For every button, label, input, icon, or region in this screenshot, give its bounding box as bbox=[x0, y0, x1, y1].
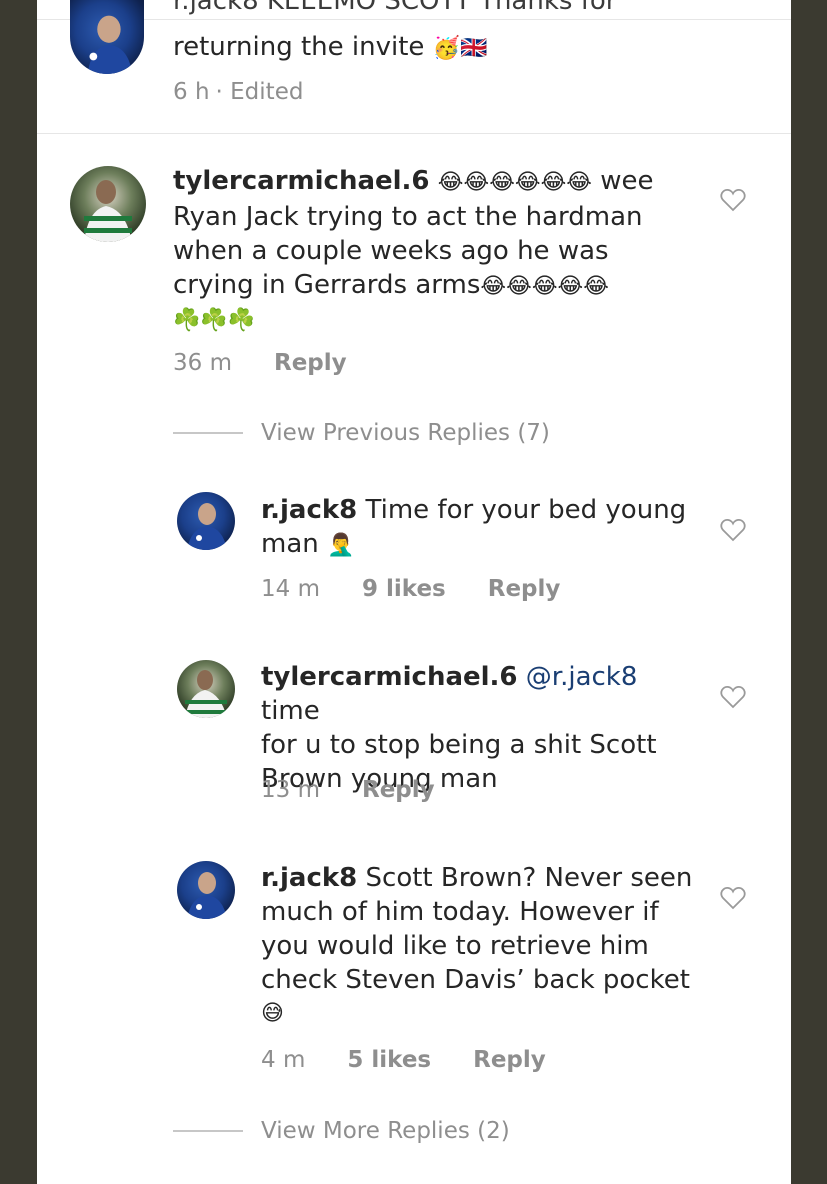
likes-count[interactable]: 9 likes bbox=[362, 574, 446, 604]
avatar[interactable] bbox=[177, 660, 235, 718]
username[interactable]: tylercarmichael.6 bbox=[173, 166, 430, 196]
comment-line: Ryan Jack trying to act the hardman bbox=[173, 202, 643, 232]
comment-meta: 4 m 5 likes Reply bbox=[261, 1045, 546, 1075]
timestamp: 36 m bbox=[173, 350, 232, 376]
shamrock-emoji: ☘️☘️☘️ bbox=[173, 308, 256, 333]
comment-body: Scott Brown? Never seen bbox=[365, 863, 693, 893]
edited-label: · Edited bbox=[215, 79, 304, 105]
comment-body: wee bbox=[600, 166, 654, 196]
comments-panel: r.jack8 KEEEMO SCOTT Thanks for returnin… bbox=[37, 0, 791, 1184]
username[interactable]: r.jack8 bbox=[261, 495, 357, 525]
comment-body: returning the invite bbox=[173, 32, 425, 62]
avatar[interactable] bbox=[177, 861, 235, 919]
comment-text: tylercarmichael.6 😂😂😂😂😂😂 wee Ryan Jack t… bbox=[173, 164, 713, 338]
like-heart-icon[interactable] bbox=[720, 518, 746, 542]
facepalm-emoji: 🤦‍♂️ bbox=[327, 533, 355, 558]
reply-button[interactable]: Reply bbox=[274, 348, 347, 378]
mention-link[interactable]: @r.jack8 bbox=[526, 662, 638, 692]
avatar[interactable] bbox=[177, 492, 235, 550]
comment-meta: 13 m Reply bbox=[261, 775, 435, 805]
comment-meta: 14 m 9 likes Reply bbox=[261, 574, 560, 604]
view-previous-replies[interactable]: View Previous Replies (7) bbox=[173, 420, 550, 446]
timestamp: 6 h bbox=[173, 79, 210, 105]
comment-line: for u to stop being a shit Scott bbox=[261, 730, 657, 760]
thread-line bbox=[173, 432, 243, 434]
comment-text: returning the invite 🥳🇬🇧 bbox=[173, 30, 487, 66]
comment-text: r.jack8 Scott Brown? Never seen much of … bbox=[261, 861, 721, 1031]
comment-line: much of him today. However if bbox=[261, 897, 659, 927]
timestamp: 13 m bbox=[261, 777, 320, 803]
reply-button[interactable]: Reply bbox=[473, 1045, 546, 1075]
divider bbox=[37, 133, 791, 134]
thread-line bbox=[173, 1130, 243, 1132]
like-heart-icon[interactable] bbox=[720, 685, 746, 709]
view-more-label[interactable]: View More Replies (2) bbox=[261, 1118, 510, 1144]
timestamp: 14 m bbox=[261, 576, 320, 602]
reply-button[interactable]: Reply bbox=[488, 574, 561, 604]
username[interactable]: tylercarmichael.6 bbox=[261, 662, 518, 692]
comment-line: crying in Gerrards arms bbox=[173, 270, 481, 300]
comment-line: when a couple weeks ago he was bbox=[173, 236, 609, 266]
top-border bbox=[37, 19, 791, 20]
reply-button[interactable]: Reply bbox=[362, 775, 435, 805]
laughing-emoji: 😂😂😂😂😂 bbox=[480, 274, 609, 299]
likes-count[interactable]: 5 likes bbox=[347, 1045, 431, 1075]
comment-line: you would like to retrieve him bbox=[261, 931, 649, 961]
comment-body: time bbox=[261, 696, 320, 726]
comment-text: r.jack8 Time for your bed young man 🤦‍♂️ bbox=[261, 493, 701, 563]
avatar[interactable] bbox=[70, 0, 144, 74]
comment-meta: 6 h · Edited bbox=[173, 77, 303, 107]
comment-text: r.jack8 KEEEMO SCOTT Thanks for bbox=[173, 0, 616, 18]
comment-line: man bbox=[261, 529, 319, 559]
like-heart-icon[interactable] bbox=[720, 188, 746, 212]
laughing-emoji: 😂😂😂😂😂😂 bbox=[437, 170, 593, 195]
view-more-replies[interactable]: View More Replies (2) bbox=[173, 1118, 510, 1144]
like-heart-icon[interactable] bbox=[720, 886, 746, 910]
comment-body: Time for your bed young bbox=[365, 495, 687, 525]
sweat-smile-emoji: 😅 bbox=[261, 1001, 284, 1026]
comment-line: check Steven Davis’ back pocket bbox=[261, 965, 690, 995]
party-flag-emoji: 🥳🇬🇧 bbox=[432, 36, 488, 61]
avatar[interactable] bbox=[70, 166, 146, 242]
username[interactable]: r.jack8 bbox=[261, 863, 357, 893]
view-previous-label[interactable]: View Previous Replies (7) bbox=[261, 420, 550, 446]
comment-meta: 36 m Reply bbox=[173, 348, 347, 378]
partial-text: r.jack8 KEEEMO SCOTT Thanks for bbox=[173, 0, 617, 16]
timestamp: 4 m bbox=[261, 1047, 306, 1073]
